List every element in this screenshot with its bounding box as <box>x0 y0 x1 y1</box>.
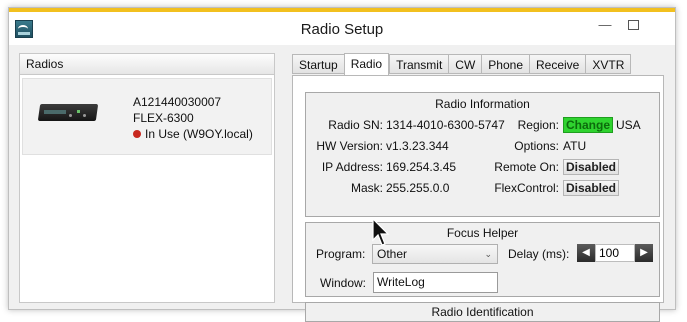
region-change-button[interactable]: Change <box>563 117 613 133</box>
program-label: Program: <box>316 247 366 261</box>
minimize-button[interactable]: — <box>591 14 619 36</box>
tab-startup[interactable]: Startup <box>292 54 344 74</box>
tab-phone[interactable]: Phone <box>481 54 529 74</box>
radio-identification-title: Radio Identification <box>431 305 534 319</box>
radios-panel: Radios A121440030007 FLEX-6300 In Use (W… <box>19 53 275 303</box>
tab-transmit[interactable]: Transmit <box>389 54 449 74</box>
decrement-arrow-icon[interactable]: ◀ <box>577 244 595 262</box>
radio-information-group: Radio Information Radio SN: 1314-4010-63… <box>305 92 660 217</box>
radio-status: In Use (W9OY.local) <box>133 126 253 142</box>
increment-arrow-icon[interactable]: ▶ <box>635 244 653 262</box>
options-value: ATU <box>563 139 587 153</box>
delay-input[interactable]: 100 <box>595 244 635 262</box>
ip-address-label: IP Address: <box>321 160 383 174</box>
focus-helper-group: Focus Helper Program: Other ⌄ Delay (ms)… <box>305 222 660 297</box>
chevron-down-icon: ⌄ <box>484 249 492 259</box>
radio-model: FLEX-6300 <box>133 111 194 125</box>
remote-on-label: Remote On: <box>494 160 559 174</box>
flexcontrol-button[interactable]: Disabled <box>563 180 619 196</box>
settings-tabs: Startup Radio Transmit CW Phone Receive … <box>292 53 632 75</box>
remote-on-button[interactable]: Disabled <box>563 159 619 175</box>
window-label: Window: <box>320 276 367 290</box>
radios-header: Radios <box>20 54 274 75</box>
radio-sn-value: 1314-4010-6300-5747 <box>386 118 505 132</box>
maximize-icon <box>627 20 639 30</box>
radio-status-text: In Use (W9OY.local) <box>145 127 253 141</box>
hw-version-value: v1.3.23.344 <box>386 139 449 153</box>
status-dot-icon <box>133 130 141 138</box>
ip-address-value: 169.254.3.45 <box>386 160 457 174</box>
radio-information-title: Radio Information <box>435 97 530 111</box>
radio-sn-label: Radio SN: <box>328 118 383 132</box>
window-title: Radio Setup <box>300 21 384 38</box>
maximize-button[interactable] <box>619 14 647 36</box>
tab-xvtr[interactable]: XVTR <box>585 54 632 74</box>
program-select-value: Other <box>377 247 408 261</box>
radio-identification-group: Radio Identification <box>305 302 660 322</box>
mask-label: Mask: <box>350 181 383 195</box>
window-input[interactable]: WriteLog <box>373 272 498 293</box>
mask-value: 255.255.0.0 <box>386 181 450 195</box>
radio-serial: A121440030007 <box>133 95 222 109</box>
tab-receive[interactable]: Receive <box>529 54 586 74</box>
radio-list-item[interactable]: A121440030007 FLEX-6300 In Use (W9OY.loc… <box>22 78 272 155</box>
region-label: Region: <box>517 118 559 132</box>
flexcontrol-label: FlexControl: <box>494 181 559 195</box>
delay-stepper: ◀ 100 ▶ <box>577 244 653 262</box>
close-button[interactable] <box>647 14 675 36</box>
options-label: Options: <box>514 139 559 153</box>
tab-cw[interactable]: CW <box>448 54 482 74</box>
title-bar[interactable]: Radio Setup — <box>9 12 675 45</box>
region-value: USA <box>616 118 641 132</box>
delay-label: Delay (ms): <box>508 247 570 261</box>
hw-version-label: HW Version: <box>316 139 383 153</box>
tab-radio[interactable]: Radio <box>343 53 390 75</box>
focus-helper-title: Focus Helper <box>446 226 519 240</box>
mouse-cursor-icon <box>372 218 390 246</box>
flex-radio-device-icon <box>37 101 101 123</box>
